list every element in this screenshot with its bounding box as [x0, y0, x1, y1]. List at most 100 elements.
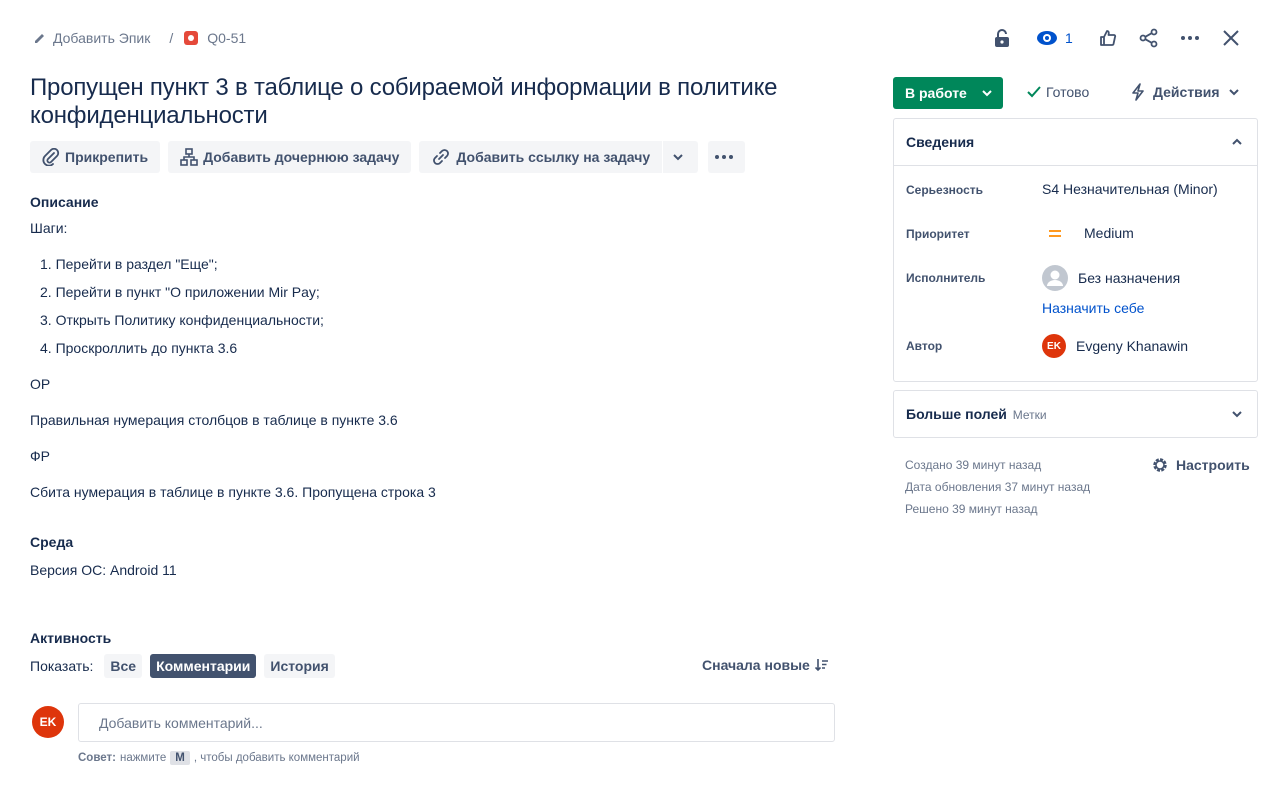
filter-all[interactable]: Все — [104, 654, 143, 678]
user-icon — [1042, 265, 1068, 291]
avatar: EK — [1042, 334, 1066, 358]
lock-icon[interactable] — [986, 24, 1018, 52]
tip-post: , чтобы добавить комментарий — [193, 752, 360, 764]
activity-filters: Показать: Все Комментарии История — [30, 654, 343, 678]
tip-pre: нажмите — [119, 752, 167, 764]
comment-placeholder: Добавить комментарий... — [99, 714, 263, 731]
priority-label: Приоритет — [906, 227, 970, 241]
assignee-value: Без назначения — [1078, 270, 1181, 286]
reporter-field[interactable]: EK Evgeny Khanawin — [1042, 334, 1188, 358]
expected-text: Правильная нумерация столбцов в таблице … — [30, 412, 398, 428]
add-epic-link[interactable]: Добавить Эпик — [53, 30, 150, 46]
actual-text: Сбита нумерация в таблице в пункте 3.6. … — [30, 484, 436, 500]
add-child-button[interactable]: Добавить дочернюю задачу — [168, 141, 412, 173]
show-label: Показать: — [30, 658, 94, 674]
sort-label: Сначала новые — [702, 657, 810, 673]
add-child-label: Добавить дочернюю задачу — [203, 149, 400, 165]
tip-bold: Совет: — [78, 752, 116, 764]
watch-button[interactable]: 1 — [1027, 24, 1083, 52]
details-body: Серьезность S4 Незначительная (Minor) Пр… — [894, 165, 1257, 381]
details-title: Сведения — [906, 134, 975, 150]
watchers-count: 1 — [1065, 30, 1073, 46]
avatar: EK — [32, 706, 64, 738]
priority-value: Medium — [1084, 225, 1134, 241]
more-fields-panel[interactable]: Больше полей Метки — [893, 390, 1258, 438]
chevron-down-icon — [1232, 411, 1242, 418]
list-item: 1. Перейти в раздел "Еще"; — [40, 256, 218, 272]
check-icon — [1027, 86, 1041, 98]
chevron-down-icon — [982, 90, 992, 97]
actions-label: Действия — [1153, 84, 1220, 100]
attach-button[interactable]: Прикрепить — [30, 141, 161, 173]
close-icon[interactable] — [1215, 24, 1247, 52]
add-link-label: Добавить ссылку на задачу — [456, 149, 651, 165]
created-date: Создано 39 минут назад — [905, 458, 1042, 472]
resolved-date: Решено 39 минут назад — [905, 502, 1038, 516]
issue-title[interactable]: Пропущен пункт 3 в таблице о собираемой … — [30, 74, 860, 130]
description-heading: Описание — [30, 194, 99, 210]
gear-icon — [1153, 458, 1167, 472]
add-link-dropdown[interactable] — [663, 141, 699, 173]
configure-label: Настроить — [1176, 457, 1250, 473]
breadcrumb-separator: / — [169, 30, 174, 46]
filter-history[interactable]: История — [264, 654, 335, 678]
filter-comments[interactable]: Комментарии — [150, 654, 257, 678]
list-item: 2. Перейти в пункт "О приложении Mir Pay… — [40, 284, 320, 300]
priority-field[interactable]: Medium — [1042, 225, 1134, 241]
assign-to-me-link[interactable]: Назначить себе — [1042, 300, 1144, 316]
link-icon — [433, 149, 450, 165]
reporter-label: Автор — [906, 339, 943, 353]
assignee-field[interactable]: Без назначения — [1042, 265, 1180, 291]
shortcut-key: M — [170, 751, 190, 765]
breadcrumb: Добавить Эпик / Q0-51 — [33, 28, 246, 48]
hierarchy-icon — [180, 148, 198, 166]
sort-descending-icon — [814, 659, 828, 672]
actions-button[interactable]: Действия — [1130, 83, 1240, 101]
issue-toolbar: Прикрепить Добавить дочернюю задачу Доба… — [30, 141, 753, 173]
share-icon[interactable] — [1133, 24, 1165, 52]
status-button[interactable]: В работе — [893, 77, 1003, 109]
sort-button[interactable]: Сначала новые — [702, 657, 829, 673]
updated-date: Дата обновления 37 минут назад — [905, 480, 1091, 494]
paperclip-icon — [42, 148, 60, 166]
more-fields-hint: Метки — [1012, 408, 1047, 422]
priority-medium-icon — [1049, 230, 1061, 237]
bug-type-icon — [184, 31, 199, 45]
thumbs-up-icon[interactable] — [1092, 24, 1124, 52]
more-fields-title: Больше полей — [906, 406, 1007, 422]
more-icon — [715, 155, 734, 159]
list-item: 3. Открыть Политику конфиденциальности; — [40, 312, 324, 328]
reporter-value: Evgeny Khanawin — [1076, 338, 1189, 354]
more-fields-title-wrap: Больше полей Метки — [906, 406, 1047, 422]
toolbar-more-button[interactable] — [708, 141, 746, 173]
more-icon[interactable] — [1174, 24, 1206, 52]
more-fields-header[interactable]: Больше полей Метки — [894, 391, 1257, 437]
details-panel: Сведения Серьезность S4 Незначительная (… — [893, 118, 1258, 382]
actual-label: ФР — [30, 448, 50, 464]
comment-input[interactable]: Добавить комментарий... — [78, 703, 835, 742]
chevron-down-icon — [1228, 89, 1239, 96]
details-header[interactable]: Сведения — [894, 119, 1257, 165]
severity-label: Серьезность — [906, 183, 984, 197]
configure-button[interactable]: Настроить — [1151, 456, 1250, 474]
chevron-down-icon — [673, 154, 683, 161]
steps-label: Шаги: — [30, 220, 68, 236]
pencil-icon — [35, 34, 44, 43]
activity-heading: Активность — [30, 630, 112, 646]
done-label: Готово — [1046, 84, 1090, 100]
comment-tip: Совет: нажмите M , чтобы добавить коммен… — [78, 751, 360, 765]
environment-text: Версия ОС: Android 11 — [30, 562, 177, 578]
header-actions: 1 — [977, 24, 1247, 52]
issue-key-link[interactable]: Q0-51 — [207, 30, 246, 46]
environment-heading: Среда — [30, 534, 74, 550]
done-transition-button[interactable]: Готово — [1027, 84, 1089, 100]
severity-value[interactable]: S4 Незначительная (Minor) — [1042, 181, 1218, 197]
lightning-icon — [1132, 83, 1144, 101]
chevron-up-icon — [1232, 138, 1242, 145]
list-item: 4. Проскроллить до пункта 3.6 — [40, 340, 238, 356]
status-label: В работе — [905, 85, 967, 101]
attach-label: Прикрепить — [65, 149, 149, 165]
add-link-button[interactable]: Добавить ссылку на задачу — [419, 141, 663, 173]
assignee-label: Исполнитель — [906, 271, 986, 285]
eye-icon — [1037, 31, 1057, 45]
